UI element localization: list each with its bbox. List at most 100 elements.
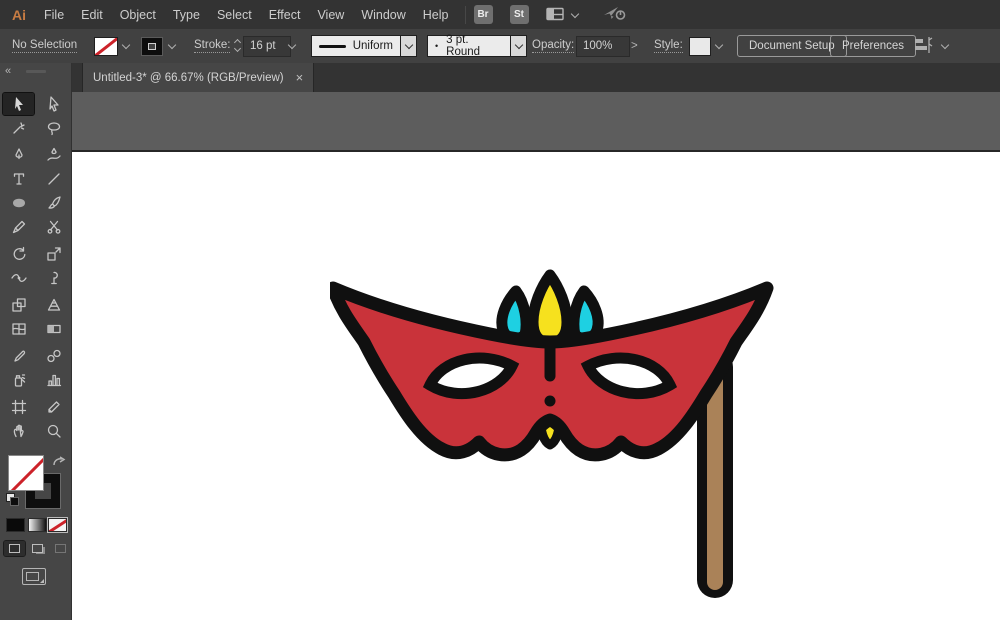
puppet-warp-tool[interactable] (38, 267, 69, 289)
paintbrush-tool[interactable] (38, 192, 69, 214)
scissors-tool[interactable] (38, 216, 69, 238)
width-tool[interactable] (3, 267, 34, 289)
stroke-profile-chevron-icon[interactable] (401, 35, 417, 57)
feather-yellow-center[interactable] (533, 275, 567, 343)
line-segment-tool[interactable] (38, 168, 69, 190)
gradient-tool[interactable] (38, 318, 69, 340)
screen-mode-button[interactable] (22, 568, 46, 585)
scale-tool[interactable] (38, 243, 69, 265)
mesh-tool-icon (11, 321, 27, 337)
symbol-sprayer-tool[interactable] (3, 369, 34, 391)
shape-builder-tool-icon (11, 297, 27, 313)
menu-object[interactable]: Object (120, 8, 156, 22)
swap-colors-icon[interactable] (52, 456, 66, 472)
align-options-icon[interactable] (912, 36, 934, 57)
menu-view[interactable]: View (317, 8, 344, 22)
pen-tool-icon (11, 147, 27, 163)
stroke-profile-select[interactable]: Uniform (311, 35, 401, 57)
eyedropper-tool-icon (11, 348, 27, 364)
stroke-weight-input[interactable]: 16 pt (243, 36, 291, 57)
blend-tool[interactable] (38, 345, 69, 367)
arrange-documents-icon[interactable] (546, 7, 578, 22)
style-chevron-icon[interactable] (715, 41, 723, 49)
gradient-button[interactable] (28, 518, 47, 532)
artboard-tool[interactable] (3, 396, 34, 418)
zoom-tool[interactable] (38, 420, 69, 442)
menu-select[interactable]: Select (217, 8, 252, 22)
stroke-weight-chevron-icon[interactable] (288, 41, 296, 49)
pasteboard[interactable] (72, 92, 1000, 620)
mesh-tool[interactable] (3, 318, 34, 340)
rotate-tool-icon (11, 246, 27, 262)
menu-help[interactable]: Help (423, 8, 449, 22)
opacity-expand-arrow[interactable]: > (631, 40, 638, 52)
curvature-tool[interactable] (38, 144, 69, 166)
tab-close-icon[interactable]: × (296, 71, 304, 84)
magic-wand-tool[interactable] (3, 117, 34, 139)
direct-selection-tool-icon (46, 96, 62, 112)
panel-grip[interactable] (26, 70, 46, 73)
selection-status-link[interactable]: No Selection (12, 39, 77, 53)
document-tab[interactable]: Untitled-3* @ 66.67% (RGB/Preview) × (82, 63, 314, 92)
lasso-tool[interactable] (38, 117, 69, 139)
menu-effect[interactable]: Effect (269, 8, 301, 22)
draw-behind-button[interactable] (27, 541, 48, 556)
menu-file[interactable]: File (44, 8, 64, 22)
type-tool[interactable] (3, 168, 34, 190)
draw-normal-button[interactable] (4, 541, 25, 556)
perspective-grid-tool[interactable] (38, 294, 69, 316)
column-graph-tool-icon (46, 372, 62, 388)
style-swatch[interactable] (689, 37, 711, 56)
lasso-tool-icon (46, 120, 62, 136)
stroke-dropdown-chevron-icon[interactable] (168, 41, 176, 49)
paint-mode-buttons (0, 518, 72, 534)
menu-window[interactable]: Window (361, 8, 405, 22)
opacity-link[interactable]: Opacity: (532, 39, 574, 53)
stroke-weight-stepper[interactable] (235, 40, 240, 53)
puppet-warp-tool-icon (46, 270, 62, 286)
preferences-button[interactable]: Preferences (830, 35, 916, 57)
brush-select[interactable]: • 3 pt. Round (427, 35, 511, 57)
bridge-button[interactable]: Br (474, 5, 493, 24)
menu-edit[interactable]: Edit (81, 8, 103, 22)
panel-collapse-icon[interactable]: « (5, 65, 11, 77)
pen-tool[interactable] (3, 144, 34, 166)
fill-dropdown-chevron-icon[interactable] (122, 41, 130, 49)
share-settings-icon[interactable] (602, 4, 628, 25)
ellipse-tool[interactable] (3, 192, 34, 214)
brush-chevron-icon[interactable] (511, 35, 527, 57)
align-chevron-icon[interactable] (941, 41, 949, 49)
shaper-tool[interactable] (3, 216, 34, 238)
draw-inside-button[interactable] (50, 541, 71, 556)
mask-center-dot[interactable] (545, 396, 556, 407)
none-button[interactable] (48, 518, 67, 532)
eyedropper-tool[interactable] (3, 345, 34, 367)
illustrator-logo-icon: Ai (4, 7, 34, 23)
shape-builder-tool[interactable] (3, 294, 34, 316)
color-button[interactable] (6, 518, 25, 532)
fill-color-well[interactable] (8, 455, 44, 491)
menu-type[interactable]: Type (173, 8, 200, 22)
stroke-profile-preview (319, 45, 346, 48)
width-tool-icon (11, 270, 27, 286)
direct-selection-tool[interactable] (38, 93, 69, 115)
slice-tool[interactable] (38, 396, 69, 418)
tools-grid (3, 93, 69, 444)
fill-color-swatch[interactable] (94, 37, 118, 56)
hand-tool[interactable] (3, 420, 34, 442)
paintbrush-tool-icon (46, 195, 62, 211)
rotate-tool[interactable] (3, 243, 34, 265)
tools-panel: « (0, 63, 72, 620)
style-link[interactable]: Style: (654, 39, 683, 53)
stock-button[interactable]: St (510, 5, 529, 24)
stroke-color-swatch[interactable] (141, 37, 163, 56)
selection-tool[interactable] (3, 93, 34, 115)
line-segment-tool-icon (46, 171, 62, 187)
opacity-input[interactable]: 100% (576, 36, 630, 57)
column-graph-tool[interactable] (38, 369, 69, 391)
stroke-weight-link[interactable]: Stroke: (194, 39, 230, 53)
menu-separator (465, 6, 466, 24)
mask-artwork[interactable] (330, 262, 780, 605)
default-colors-icon[interactable] (6, 493, 18, 505)
symbol-sprayer-tool-icon (11, 372, 27, 388)
